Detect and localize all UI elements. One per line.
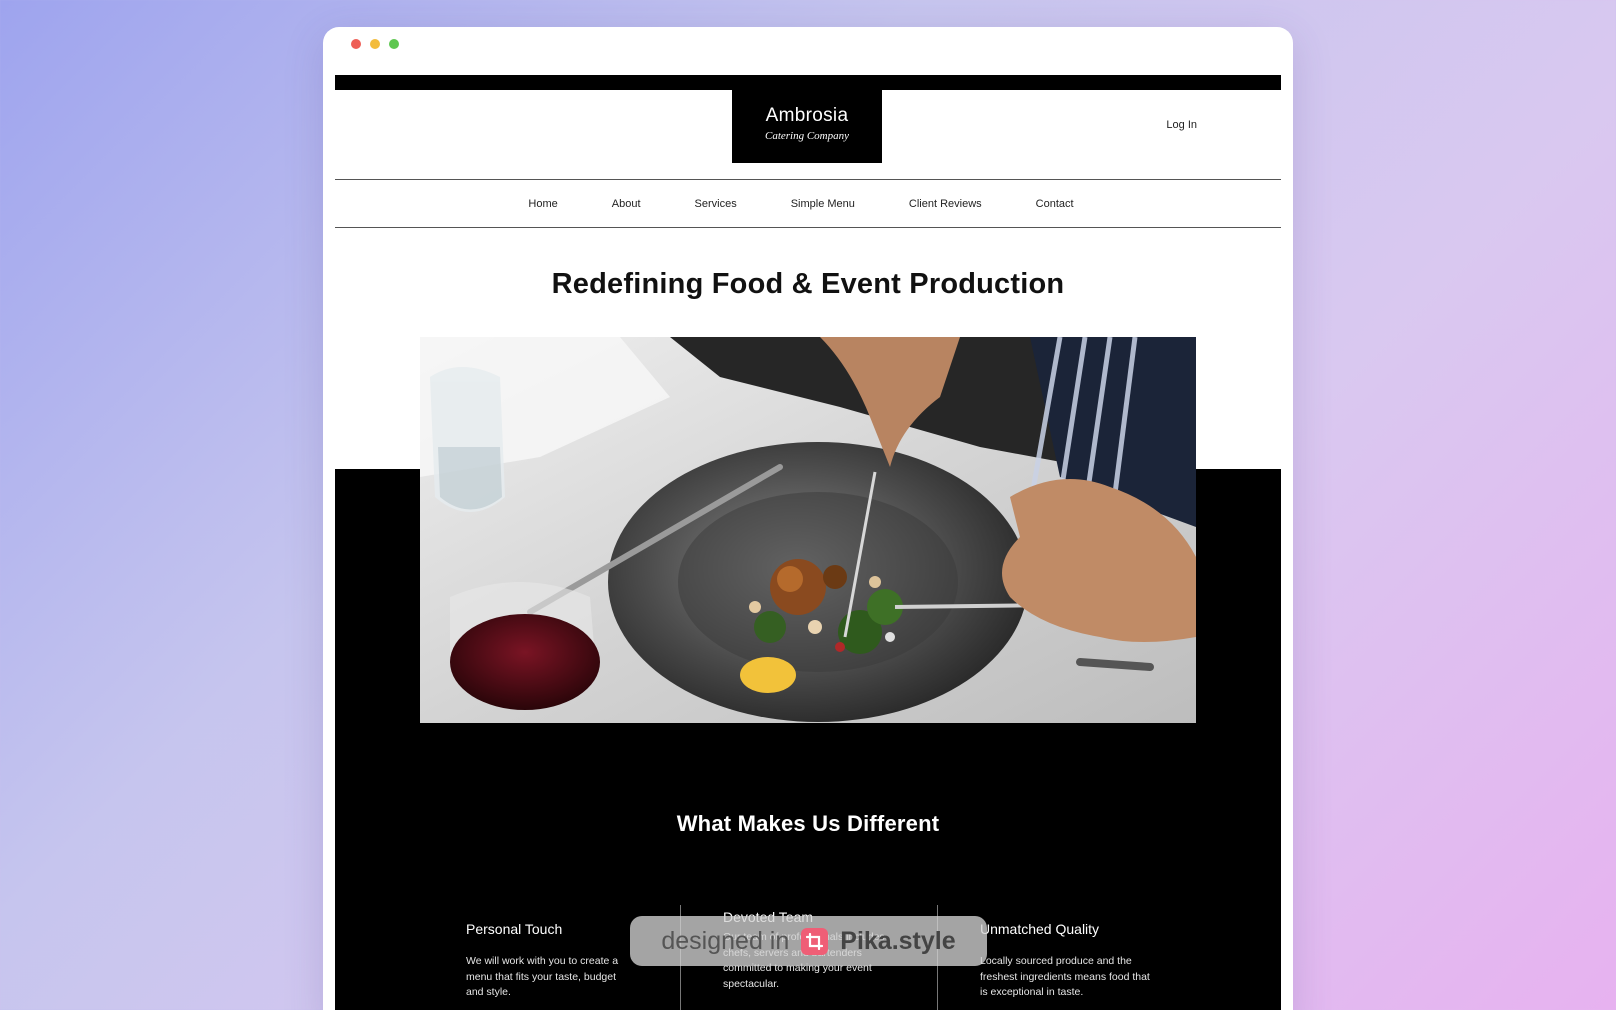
nav-item-services[interactable]: Services <box>695 198 737 210</box>
minimize-window-button[interactable] <box>370 39 380 49</box>
close-window-button[interactable] <box>351 39 361 49</box>
feature-text: Locally sourced produce and the freshest… <box>980 955 1150 998</box>
nav-item-simple-menu[interactable]: Simple Menu <box>791 198 855 210</box>
logo-tagline: Catering Company <box>764 130 850 142</box>
main-navigation: Home About Services Simple Menu Client R… <box>335 179 1281 228</box>
dining-photo-illustration <box>420 337 1196 723</box>
feature-text: We will work with you to create a menu t… <box>466 955 619 998</box>
nav-item-contact[interactable]: Contact <box>1036 198 1074 210</box>
maximize-window-button[interactable] <box>389 39 399 49</box>
browser-window: Ambrosia Catering Company Log In Home Ab… <box>323 27 1293 1010</box>
nav-item-client-reviews[interactable]: Client Reviews <box>909 198 982 210</box>
feature-unmatched-quality: Unmatched Quality Locally sourced produc… <box>980 921 1150 1001</box>
hero-image <box>420 337 1196 723</box>
logo-name: Ambrosia <box>765 105 849 126</box>
pika-watermark[interactable]: designed in Pika.style <box>630 916 987 966</box>
feature-title: Unmatched Quality <box>980 921 1100 937</box>
nav-item-about[interactable]: About <box>612 198 641 210</box>
top-bar <box>335 75 1281 90</box>
features-title: What Makes Us Different <box>676 811 940 836</box>
feature-title: Personal Touch <box>466 921 563 937</box>
crop-icon <box>801 927 829 955</box>
watermark-brand: Pika.style <box>840 926 956 955</box>
site-logo[interactable]: Ambrosia Catering Company <box>732 90 882 163</box>
hero-title: Redefining Food & Event Production <box>551 268 1065 300</box>
feature-personal-touch: Personal Touch We will work with you to … <box>466 921 636 1001</box>
website-page: Ambrosia Catering Company Log In Home Ab… <box>335 75 1281 1010</box>
watermark-prefix: designed in <box>661 926 790 955</box>
window-controls <box>351 39 399 49</box>
login-link[interactable]: Log In <box>1166 119 1197 131</box>
nav-item-home[interactable]: Home <box>528 198 557 210</box>
